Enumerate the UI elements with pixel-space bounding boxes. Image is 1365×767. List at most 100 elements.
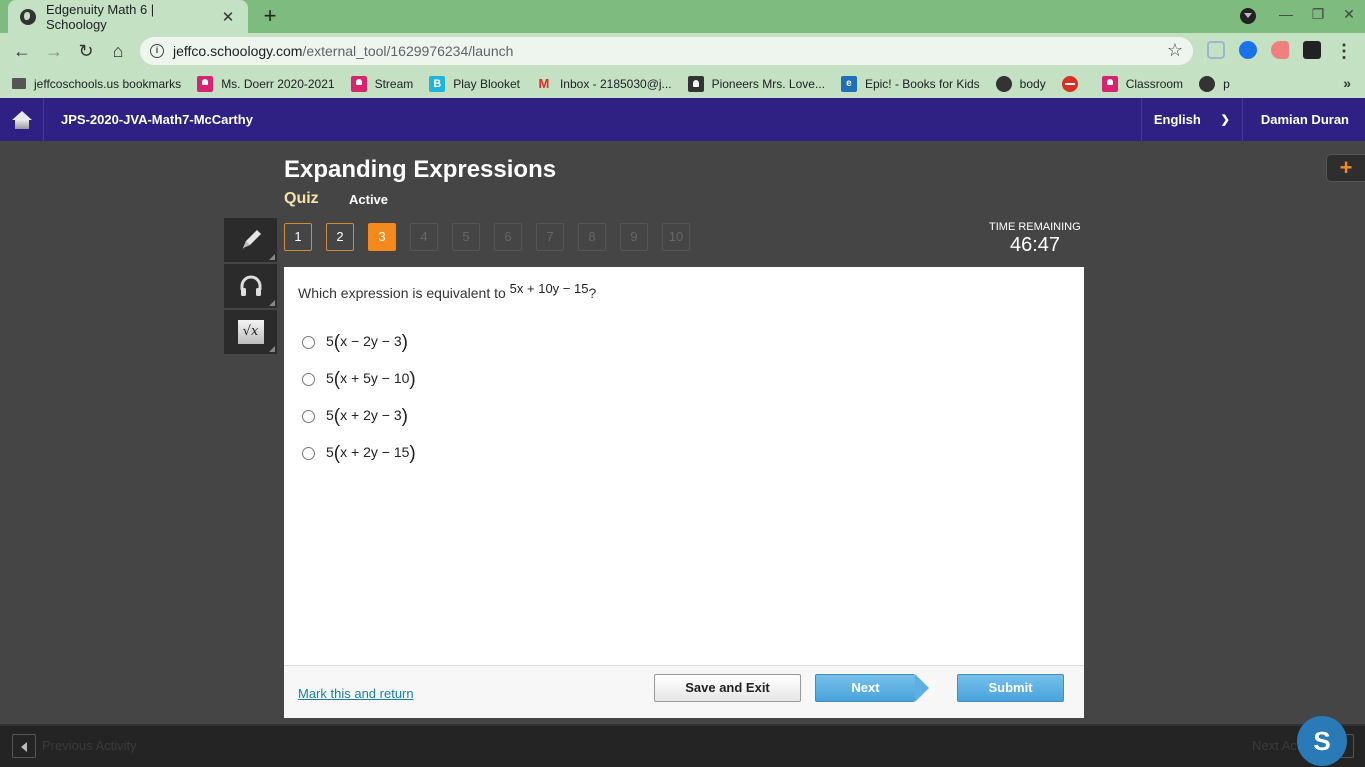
bookmark-item[interactable]: B Play Blooket <box>429 75 520 92</box>
save-and-exit-button[interactable]: Save and Exit <box>654 674 801 702</box>
language-label: English <box>1153 112 1201 127</box>
lesson-type: Quiz <box>284 190 319 207</box>
answer-expression: 5(x + 2y − 15) <box>326 443 416 465</box>
bookmark-item[interactable]: Stream <box>350 75 414 92</box>
answer-coefficient: 5 <box>326 332 334 349</box>
extension-record-icon[interactable] <box>1271 41 1289 59</box>
back-button[interactable]: ← <box>9 38 35 64</box>
question-nav-7: 7 <box>536 223 564 251</box>
previous-activity-label[interactable]: Previous Activity <box>42 738 137 753</box>
submit-button[interactable]: Submit <box>957 674 1064 702</box>
bookmark-item[interactable] <box>1061 75 1086 92</box>
bookmark-item[interactable]: p <box>1199 75 1230 92</box>
timer-value: 46:47 <box>1010 234 1061 256</box>
bookmarks-overflow-button[interactable]: » <box>1343 75 1351 91</box>
browser-toolbar: ← → ↻ ⌂ i jeffco.schoology.com /external… <box>0 33 1365 69</box>
question-nav-1[interactable]: 1 <box>284 223 312 251</box>
answer-inner: x + 5y − 10 <box>340 369 410 386</box>
headphones-icon <box>240 275 261 296</box>
answer-choice[interactable]: 5(x + 5y − 10) <box>302 361 416 398</box>
bookmark-item[interactable]: Classroom <box>1101 75 1184 92</box>
expand-menu-button[interactable]: + <box>1326 154 1365 182</box>
home-button[interactable] <box>0 98 44 141</box>
pencil-icon <box>241 230 261 250</box>
gmail-icon: M <box>538 75 550 91</box>
next-button[interactable]: Next <box>815 674 915 702</box>
close-paren: ) <box>409 442 416 464</box>
answer-expression: 5(x + 2y − 3) <box>326 406 408 428</box>
tab-close-icon[interactable]: ✕ <box>218 8 238 26</box>
audio-tool[interactable] <box>224 264 277 308</box>
question-nav-2[interactable]: 2 <box>326 223 354 251</box>
answer-radio[interactable] <box>302 336 315 349</box>
folder-icon <box>12 78 26 89</box>
answer-choice[interactable]: 5(x + 2y − 3) <box>302 398 416 435</box>
close-paren: ) <box>409 368 416 390</box>
bookmark-label: Classroom <box>1125 76 1184 91</box>
chat-assistant-bubble[interactable]: S <box>1297 716 1347 766</box>
mark-and-return-link[interactable]: Mark this and return <box>298 686 414 701</box>
previous-activity-button[interactable] <box>12 734 36 758</box>
question-nav-4: 4 <box>410 223 438 251</box>
answer-radio[interactable] <box>302 447 315 460</box>
epic-icon: e <box>840 75 857 92</box>
bookmark-item[interactable]: Pioneers Mrs. Love... <box>687 75 825 92</box>
answer-expression: 5(x + 5y − 10) <box>326 369 416 391</box>
question-nav-3[interactable]: 3 <box>368 223 396 251</box>
chevron-down-icon: ❯ <box>1220 114 1230 126</box>
tab-title: Edgenuity Math 6 | Schoology <box>46 1 155 32</box>
pencil-tool[interactable] <box>224 218 277 262</box>
reload-button[interactable]: ↻ <box>73 38 99 64</box>
nope-icon <box>1061 75 1078 92</box>
next-arrow-icon[interactable] <box>915 674 929 702</box>
bookmark-item[interactable]: e Epic! - Books for Kids <box>840 75 980 92</box>
bookmark-item[interactable]: jeffcoschools.us bookmarks <box>12 77 181 91</box>
bookmark-label: Stream <box>374 76 414 91</box>
question-mark: ? <box>588 285 597 301</box>
user-menu[interactable]: Damian Duran <box>1243 112 1365 127</box>
home-button[interactable]: ⌂ <box>105 38 131 64</box>
browser-tab-active[interactable]: Edgenuity Math 6 | Schoology ✕ <box>8 0 248 33</box>
site-info-icon[interactable]: i <box>150 44 164 58</box>
extension-shield-icon[interactable] <box>1239 41 1257 59</box>
dark-icon <box>687 75 704 92</box>
bookmark-label: Pioneers Mrs. Love... <box>711 76 825 91</box>
answer-choices: 5(x − 2y − 3) 5(x + 5y − 10) 5(x + 2y − 3)… <box>302 324 416 472</box>
lesson-status: Active <box>349 192 389 207</box>
stage-footer: Mark this and return Save and Exit Next … <box>284 665 1084 718</box>
answer-radio[interactable] <box>302 410 315 423</box>
minimize-button[interactable]: — <box>1274 6 1298 26</box>
restore-button[interactable]: ❐ <box>1306 6 1330 26</box>
bookmark-item[interactable]: body <box>995 75 1046 92</box>
activity-bar: Previous Activity Next Activity <box>0 724 1365 767</box>
classroom-icon <box>197 75 214 92</box>
answer-radio[interactable] <box>302 373 315 386</box>
close-paren: ) <box>401 405 408 427</box>
bookmark-label: jeffcoschools.us bookmarks <box>34 76 182 91</box>
answer-inner: x + 2y − 15 <box>340 443 410 460</box>
new-tab-button[interactable]: + <box>258 3 282 29</box>
schoology-header: JPS-2020-JVA-Math7-McCarthy English ❯ Da… <box>0 98 1365 141</box>
browser-menu-icon[interactable]: ⋮ <box>1331 38 1357 64</box>
classroom-icon <box>350 75 367 92</box>
globe-icon <box>1199 75 1216 92</box>
bookmark-item[interactable]: Ms. Doerr 2020-2021 <box>197 75 335 92</box>
question-nav-8: 8 <box>578 223 606 251</box>
tab-search-icon[interactable] <box>1240 8 1256 24</box>
bookmark-star-icon[interactable]: ☆ <box>1167 40 1183 61</box>
course-title[interactable]: JPS-2020-JVA-Math7-McCarthy <box>61 112 1141 127</box>
extension-reader-icon[interactable] <box>1207 41 1225 59</box>
answer-choice[interactable]: 5(x + 2y − 15) <box>302 435 416 472</box>
address-bar[interactable]: i jeffco.schoology.com /external_tool/16… <box>140 37 1193 65</box>
bookmark-item[interactable]: M Inbox - 2185030@j... <box>536 76 672 92</box>
language-selector[interactable]: English ❯ <box>1140 98 1243 141</box>
bookmarks-bar: jeffcoschools.us bookmarks Ms. Doerr 2020… <box>0 69 1365 98</box>
close-window-button[interactable]: ✕ <box>1337 6 1361 26</box>
answer-choice[interactable]: 5(x − 2y − 3) <box>302 324 416 361</box>
bookmark-label: p <box>1223 76 1230 91</box>
tools-panel: √x <box>224 218 277 356</box>
bookmark-label: Ms. Doerr 2020-2021 <box>221 76 335 91</box>
extensions-puzzle-icon[interactable] <box>1303 41 1321 59</box>
forward-button[interactable]: → <box>41 38 67 64</box>
calculator-tool[interactable]: √x <box>224 310 277 354</box>
